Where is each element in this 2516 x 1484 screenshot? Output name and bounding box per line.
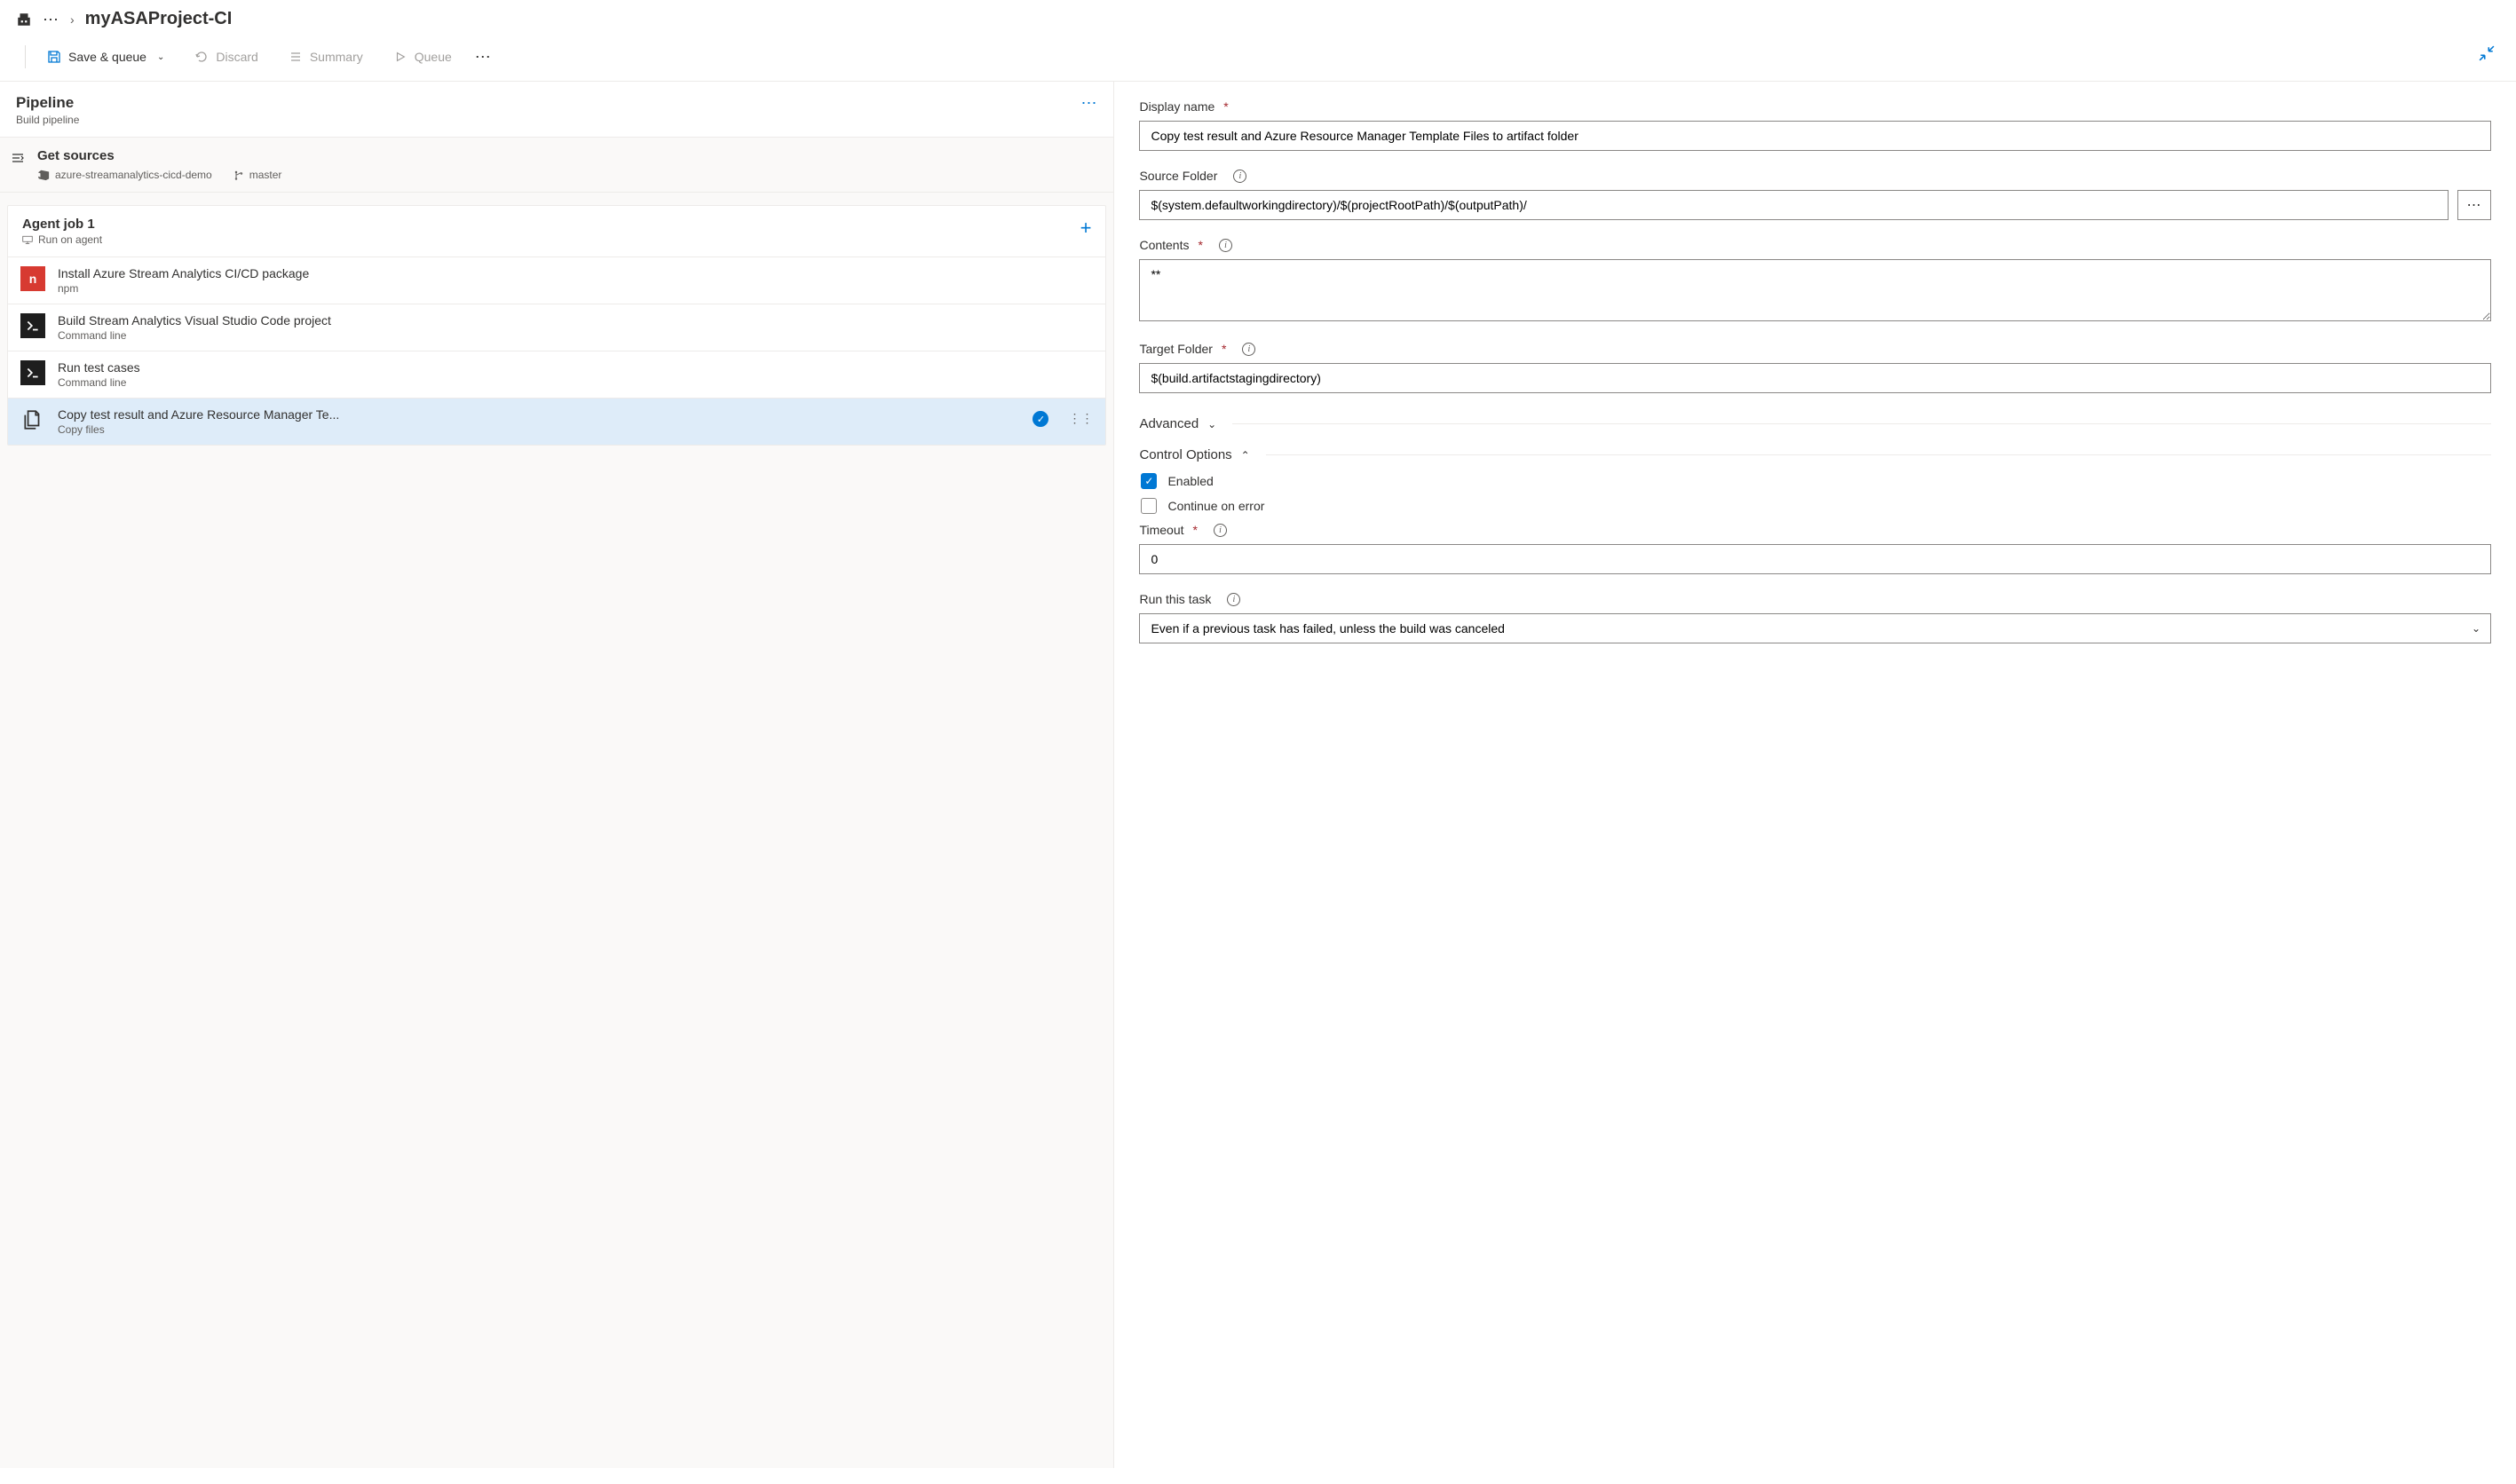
job-subtitle: Run on agent (22, 233, 102, 246)
task-subtitle: Command line (58, 329, 1093, 342)
display-name-field: Display name * (1139, 99, 2491, 151)
task-row[interactable]: n Install Azure Stream Analytics CI/CD p… (8, 257, 1105, 304)
run-this-task-label: Run this task (1139, 592, 1211, 606)
contents-label: Contents (1139, 238, 1189, 252)
enabled-checkbox-row[interactable]: ✓ Enabled (1139, 473, 2491, 489)
info-icon[interactable]: i (1242, 343, 1255, 356)
breadcrumb-overflow-icon[interactable]: ⋯ (43, 15, 59, 24)
target-folder-input[interactable] (1139, 363, 2491, 393)
repo-name: azure-streamanalytics-cicd-demo (55, 169, 212, 181)
control-options-toggle[interactable]: Control Options ⌃ (1139, 442, 2491, 468)
azure-devops-icon (37, 169, 50, 181)
run-this-task-field: Run this task i ⌄ (1139, 592, 2491, 643)
contents-input[interactable] (1139, 259, 2491, 321)
job-header[interactable]: Agent job 1 Run on agent + (8, 206, 1105, 257)
control-options-label: Control Options (1139, 447, 1231, 462)
list-icon (289, 50, 303, 64)
discard-label: Discard (216, 50, 257, 64)
target-folder-label: Target Folder (1139, 342, 1212, 356)
required-marker: * (1193, 523, 1198, 537)
task-details-panel: Display name * Source Folder i ⋯ Content… (1114, 82, 2516, 1468)
source-folder-field: Source Folder i ⋯ (1139, 169, 2491, 220)
advanced-label: Advanced (1139, 416, 1199, 431)
toolbar-more-icon[interactable]: ⋯ (475, 48, 492, 67)
sources-icon (11, 151, 27, 168)
task-row[interactable]: Copy test result and Azure Resource Mana… (8, 399, 1105, 445)
chevron-down-icon: ⌄ (1207, 418, 1216, 430)
fullscreen-collapse-icon[interactable] (2479, 45, 2495, 66)
add-task-button[interactable]: + (1080, 217, 1092, 240)
contents-field: Contents * i (1139, 238, 2491, 324)
toolbar-separator (25, 45, 26, 68)
source-folder-label: Source Folder (1139, 169, 1217, 183)
display-name-label: Display name (1139, 99, 1214, 114)
toolbar: Save & queue ⌄ Discard Summary Queue ⋯ (0, 38, 2516, 82)
info-icon[interactable]: i (1227, 593, 1240, 606)
job-title: Agent job 1 (22, 217, 102, 232)
display-name-input[interactable] (1139, 121, 2491, 151)
queue-button[interactable]: Queue (386, 46, 459, 67)
task-title: Build Stream Analytics Visual Studio Cod… (58, 313, 1093, 328)
drag-handle-icon[interactable]: ⋮⋮ (1068, 411, 1093, 426)
repo-meta: azure-streamanalytics-cicd-demo (37, 169, 212, 181)
check-icon: ✓ (1033, 411, 1048, 427)
agent-icon (22, 234, 33, 245)
breadcrumb: ⋯ › myASAProject-CI (0, 0, 2516, 38)
chevron-up-icon: ⌃ (1241, 449, 1250, 462)
pipeline-header[interactable]: Pipeline Build pipeline ⋯ (0, 82, 1113, 138)
continue-on-error-checkbox[interactable] (1141, 498, 1157, 514)
pipeline-subtitle: Build pipeline (16, 114, 79, 126)
task-row[interactable]: Build Stream Analytics Visual Studio Cod… (8, 304, 1105, 351)
pipeline-title: Pipeline (16, 94, 79, 112)
run-this-task-select[interactable] (1139, 613, 2491, 643)
continue-on-error-label: Continue on error (1167, 499, 1264, 513)
timeout-input[interactable] (1139, 544, 2491, 574)
get-sources-title: Get sources (37, 148, 1097, 163)
target-folder-field: Target Folder * i (1139, 342, 2491, 393)
timeout-label: Timeout (1139, 523, 1183, 537)
summary-label: Summary (310, 50, 363, 64)
browse-source-button[interactable]: ⋯ (2457, 190, 2491, 220)
branch-icon (233, 170, 244, 180)
task-title: Copy test result and Azure Resource Mana… (58, 407, 1020, 422)
job-card: Agent job 1 Run on agent + n Install Azu… (7, 205, 1106, 446)
continue-on-error-row[interactable]: Continue on error (1139, 498, 2491, 514)
timeout-field: Timeout * i (1139, 523, 2491, 574)
required-marker: * (1222, 342, 1226, 356)
info-icon[interactable]: i (1233, 170, 1246, 183)
task-row[interactable]: Run test cases Command line (8, 351, 1105, 399)
info-icon[interactable]: i (1219, 239, 1232, 252)
save-queue-button[interactable]: Save & queue ⌄ (40, 46, 171, 67)
get-sources-row[interactable]: Get sources azure-streamanalytics-cicd-d… (0, 138, 1113, 193)
source-folder-input[interactable] (1139, 190, 2449, 220)
task-title: Install Azure Stream Analytics CI/CD pac… (58, 266, 1093, 280)
enabled-label: Enabled (1167, 474, 1213, 488)
advanced-toggle[interactable]: Advanced ⌄ (1139, 411, 2491, 437)
save-icon (47, 50, 61, 64)
required-marker: * (1199, 238, 1203, 252)
play-icon (393, 50, 407, 64)
org-icon[interactable] (16, 12, 32, 28)
enabled-checkbox[interactable]: ✓ (1141, 473, 1157, 489)
branch-meta: master (233, 169, 282, 181)
chevron-right-icon: › (70, 12, 75, 27)
info-icon[interactable]: i (1214, 524, 1227, 537)
pipeline-panel: Pipeline Build pipeline ⋯ Get sources az… (0, 82, 1114, 1468)
discard-button[interactable]: Discard (187, 46, 265, 67)
queue-label: Queue (415, 50, 452, 64)
caret-down-icon: ⌄ (157, 52, 164, 62)
task-subtitle: Command line (58, 376, 1093, 389)
task-subtitle: Copy files (58, 423, 1020, 436)
breadcrumb-project-title[interactable]: myASAProject-CI (85, 9, 233, 29)
task-title: Run test cases (58, 360, 1093, 375)
pipeline-more-icon[interactable]: ⋯ (1080, 94, 1097, 113)
save-queue-label: Save & queue (68, 50, 146, 64)
branch-name: master (249, 169, 282, 181)
task-subtitle: npm (58, 282, 1093, 295)
required-marker: * (1223, 99, 1228, 114)
undo-icon (194, 50, 209, 64)
summary-button[interactable]: Summary (281, 46, 370, 67)
